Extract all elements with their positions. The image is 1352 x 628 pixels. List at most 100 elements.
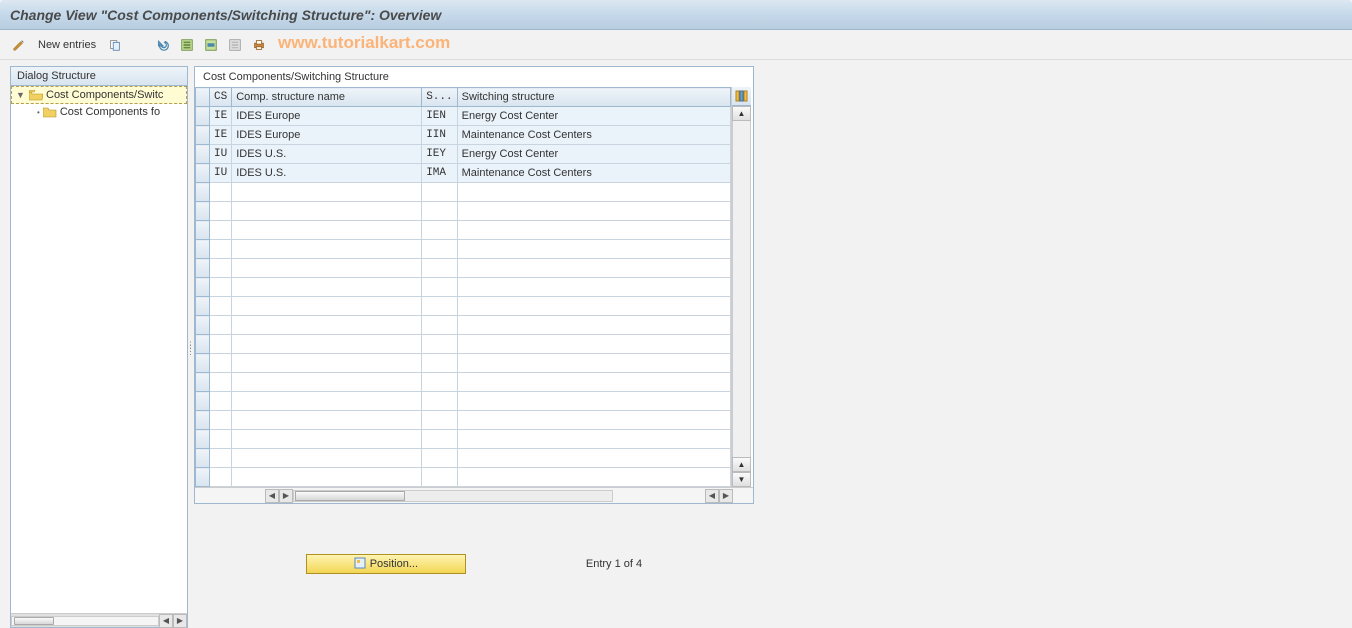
cell-empty[interactable] bbox=[422, 335, 457, 354]
table-configure-icon[interactable] bbox=[732, 87, 751, 106]
cell-empty[interactable] bbox=[210, 430, 232, 449]
row-selector[interactable] bbox=[196, 468, 210, 487]
cell-s[interactable]: IIN bbox=[422, 126, 457, 145]
cell-empty[interactable] bbox=[232, 278, 422, 297]
row-selector[interactable] bbox=[196, 221, 210, 240]
cell-empty[interactable] bbox=[422, 316, 457, 335]
cell-empty[interactable] bbox=[210, 411, 232, 430]
col-header-s[interactable]: S... bbox=[422, 88, 457, 107]
print-icon[interactable] bbox=[250, 36, 268, 54]
cell-empty[interactable] bbox=[457, 449, 730, 468]
cell-ss[interactable]: Energy Cost Center bbox=[457, 107, 730, 126]
cell-empty[interactable] bbox=[457, 240, 730, 259]
position-button[interactable]: Position... bbox=[306, 554, 466, 574]
row-selector[interactable] bbox=[196, 392, 210, 411]
cell-empty[interactable] bbox=[232, 316, 422, 335]
table-row-empty[interactable] bbox=[196, 468, 731, 487]
cell-empty[interactable] bbox=[422, 411, 457, 430]
cell-empty[interactable] bbox=[232, 468, 422, 487]
cell-empty[interactable] bbox=[457, 392, 730, 411]
cell-empty[interactable] bbox=[210, 335, 232, 354]
cell-empty[interactable] bbox=[210, 240, 232, 259]
cell-empty[interactable] bbox=[457, 183, 730, 202]
cell-empty[interactable] bbox=[457, 202, 730, 221]
table-row-empty[interactable] bbox=[196, 297, 731, 316]
cell-empty[interactable] bbox=[210, 468, 232, 487]
select-all-icon[interactable] bbox=[178, 36, 196, 54]
cell-empty[interactable] bbox=[210, 316, 232, 335]
cell-empty[interactable] bbox=[422, 354, 457, 373]
select-block-icon[interactable] bbox=[202, 36, 220, 54]
table-row-empty[interactable] bbox=[196, 430, 731, 449]
cell-empty[interactable] bbox=[457, 335, 730, 354]
table-row-empty[interactable] bbox=[196, 202, 731, 221]
cell-empty[interactable] bbox=[422, 468, 457, 487]
col-header-ss[interactable]: Switching structure bbox=[457, 88, 730, 107]
tree-node-cost-components-for[interactable]: • Cost Components fo bbox=[11, 104, 187, 120]
cell-s[interactable]: IEY bbox=[422, 145, 457, 164]
row-selector[interactable] bbox=[196, 126, 210, 145]
cell-empty[interactable] bbox=[210, 221, 232, 240]
cell-s[interactable]: IMA bbox=[422, 164, 457, 183]
cell-empty[interactable] bbox=[210, 259, 232, 278]
table-hscroll-left-icon[interactable]: ◀ bbox=[265, 489, 279, 503]
cell-empty[interactable] bbox=[457, 278, 730, 297]
tree-node-cost-components-switching[interactable]: ▼ Cost Components/Switc bbox=[11, 86, 187, 104]
row-selector[interactable] bbox=[196, 259, 210, 278]
cell-empty[interactable] bbox=[232, 411, 422, 430]
cell-empty[interactable] bbox=[422, 373, 457, 392]
table-row-empty[interactable] bbox=[196, 392, 731, 411]
cell-empty[interactable] bbox=[457, 430, 730, 449]
row-selector[interactable] bbox=[196, 354, 210, 373]
cell-empty[interactable] bbox=[457, 259, 730, 278]
table-row-empty[interactable] bbox=[196, 373, 731, 392]
cell-empty[interactable] bbox=[422, 221, 457, 240]
row-selector[interactable] bbox=[196, 449, 210, 468]
cell-ss[interactable]: Energy Cost Center bbox=[457, 145, 730, 164]
cell-empty[interactable] bbox=[457, 468, 730, 487]
table-row-empty[interactable] bbox=[196, 221, 731, 240]
table-hscroll-right-icon[interactable]: ▶ bbox=[279, 489, 293, 503]
row-selector[interactable] bbox=[196, 335, 210, 354]
col-header-cs[interactable]: CS bbox=[210, 88, 232, 107]
row-selector[interactable] bbox=[196, 202, 210, 221]
cell-empty[interactable] bbox=[457, 297, 730, 316]
vscroll-track[interactable] bbox=[732, 121, 751, 457]
sidebar-hscrollbar[interactable]: ◀ ▶ bbox=[11, 613, 187, 627]
cell-empty[interactable] bbox=[457, 221, 730, 240]
table-row-empty[interactable] bbox=[196, 183, 731, 202]
table-hscroll-track1[interactable] bbox=[293, 490, 613, 502]
cell-empty[interactable] bbox=[232, 221, 422, 240]
cell-empty[interactable] bbox=[457, 354, 730, 373]
undo-change-icon[interactable] bbox=[154, 36, 172, 54]
copy-as-icon[interactable] bbox=[106, 36, 124, 54]
cell-empty[interactable] bbox=[232, 335, 422, 354]
sidebar-hscroll-thumb[interactable] bbox=[14, 617, 54, 625]
table-row-empty[interactable] bbox=[196, 335, 731, 354]
cell-s[interactable]: IEN bbox=[422, 107, 457, 126]
table-row-empty[interactable] bbox=[196, 240, 731, 259]
row-selector[interactable] bbox=[196, 107, 210, 126]
sidebar-hscroll-right-icon[interactable]: ▶ bbox=[173, 614, 187, 628]
cell-empty[interactable] bbox=[422, 259, 457, 278]
table-row[interactable]: IUIDES U.S.IEYEnergy Cost Center bbox=[196, 145, 731, 164]
cell-empty[interactable] bbox=[422, 240, 457, 259]
cell-empty[interactable] bbox=[422, 430, 457, 449]
table-row-empty[interactable] bbox=[196, 354, 731, 373]
row-selector[interactable] bbox=[196, 316, 210, 335]
table-row[interactable]: IEIDES EuropeIENEnergy Cost Center bbox=[196, 107, 731, 126]
col-header-rowselector[interactable] bbox=[196, 88, 210, 107]
vscroll-down-icon[interactable]: ▼ bbox=[732, 472, 751, 487]
cell-empty[interactable] bbox=[232, 392, 422, 411]
cell-empty[interactable] bbox=[457, 316, 730, 335]
cell-empty[interactable] bbox=[210, 278, 232, 297]
table-hscroll-right2-icon[interactable]: ▶ bbox=[719, 489, 733, 503]
cell-empty[interactable] bbox=[232, 259, 422, 278]
new-entries-button[interactable]: New entries bbox=[34, 39, 100, 51]
row-selector[interactable] bbox=[196, 411, 210, 430]
cell-empty[interactable] bbox=[232, 430, 422, 449]
cell-csname[interactable]: IDES U.S. bbox=[232, 145, 422, 164]
row-selector[interactable] bbox=[196, 183, 210, 202]
cell-empty[interactable] bbox=[232, 202, 422, 221]
col-header-csname[interactable]: Comp. structure name bbox=[232, 88, 422, 107]
